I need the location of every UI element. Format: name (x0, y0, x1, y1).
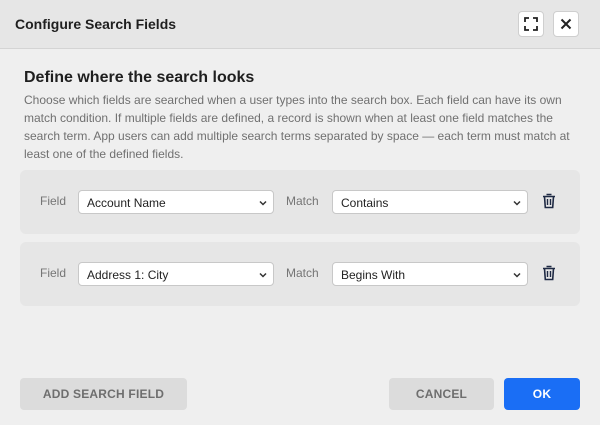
section-description: Choose which fields are searched when a … (24, 93, 570, 161)
close-button[interactable] (553, 11, 579, 37)
match-select[interactable]: Contains (332, 190, 528, 214)
expand-button[interactable] (518, 11, 544, 37)
add-search-field-button[interactable]: ADD SEARCH FIELD (20, 378, 187, 410)
chevron-down-icon (259, 272, 267, 278)
match-label: Match (286, 266, 319, 280)
field-label: Field (40, 266, 67, 280)
field-select-value: Account Name (87, 196, 166, 210)
dialog-header: Configure Search Fields (0, 0, 600, 49)
match-select[interactable]: Begins With (332, 262, 528, 286)
field-label: Field (40, 194, 67, 208)
match-label: Match (286, 194, 319, 208)
field-select[interactable]: Account Name (78, 190, 274, 214)
cancel-button[interactable]: CANCEL (389, 378, 494, 410)
chevron-down-icon (513, 272, 521, 278)
close-icon (560, 18, 572, 30)
chevron-down-icon (513, 200, 521, 206)
dialog-title: Configure Search Fields (15, 16, 177, 32)
match-select-value: Begins With (341, 268, 406, 282)
field-select[interactable]: Address 1: City (78, 262, 274, 286)
search-field-row: Field Address 1: City Match Begins With (20, 242, 580, 306)
search-field-row: Field Account Name Match Contains (20, 170, 580, 234)
section-title: Define where the search looks (24, 69, 255, 86)
ok-button[interactable]: OK (504, 378, 580, 410)
match-select-value: Contains (341, 196, 389, 210)
expand-icon (524, 17, 538, 31)
chevron-down-icon (259, 200, 267, 206)
trash-icon[interactable] (542, 193, 556, 209)
field-select-value: Address 1: City (87, 268, 169, 282)
trash-icon[interactable] (542, 265, 556, 281)
